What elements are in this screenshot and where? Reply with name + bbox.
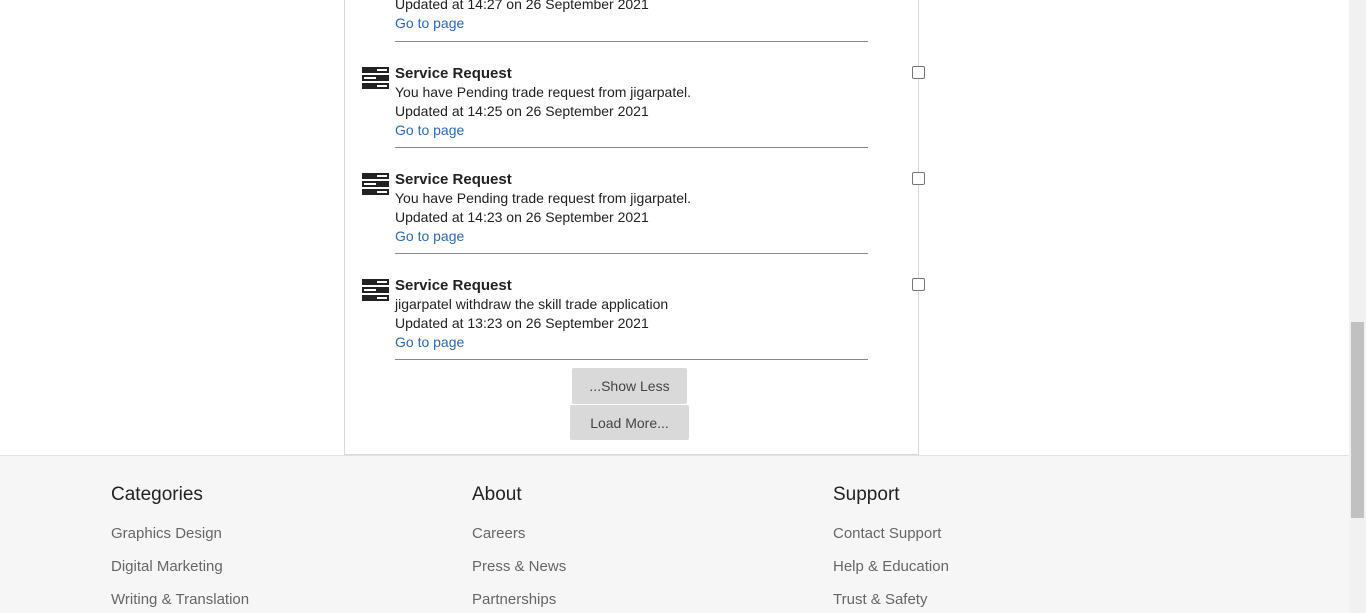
notification-message: You have Pending trade request from jiga… <box>395 190 692 206</box>
footer-heading-categories: Categories <box>111 484 203 505</box>
footer-link-trust-safety[interactable]: Trust & Safety <box>833 591 949 609</box>
notification-checkbox[interactable] <box>912 278 925 291</box>
footer-link-digital-marketing[interactable]: Digital Marketing <box>111 558 249 576</box>
divider <box>395 41 868 42</box>
notification-updated: Updated at 14:25 on 26 September 2021 <box>395 103 649 119</box>
vertical-scrollbar[interactable] <box>1349 0 1366 613</box>
server-stack-icon <box>361 278 391 302</box>
scrollbar-thumb[interactable] <box>1351 322 1364 518</box>
footer-link-help-education[interactable]: Help & Education <box>833 558 949 576</box>
notification-updated: Updated at 13:23 on 26 September 2021 <box>395 315 649 331</box>
footer-link-partnerships[interactable]: Partnerships <box>472 591 566 609</box>
server-stack-icon <box>361 172 391 196</box>
notifications-panel: Updated at 14:27 on 26 September 2021 Go… <box>344 0 925 455</box>
footer-link-writing-translation[interactable]: Writing & Translation <box>111 591 249 609</box>
notification-title: Service Request <box>395 65 512 82</box>
footer-link-press-news[interactable]: Press & News <box>472 558 566 576</box>
footer-support: Support Contact Support Help & Education… <box>833 484 949 613</box>
notification-checkbox[interactable] <box>912 172 925 185</box>
load-more-button[interactable]: Load More... <box>570 405 689 440</box>
footer-link-careers[interactable]: Careers <box>472 525 566 543</box>
notification-updated: Updated at 14:27 on 26 September 2021 <box>395 0 649 12</box>
show-less-button[interactable]: ...Show Less <box>572 368 687 404</box>
footer-heading-support: Support <box>833 484 900 505</box>
footer-link-contact-support[interactable]: Contact Support <box>833 525 949 543</box>
divider <box>395 359 868 360</box>
footer-categories: Categories Graphics Design Digital Marke… <box>111 484 249 613</box>
go-to-page-link[interactable]: Go to page <box>395 227 868 246</box>
divider <box>395 253 868 254</box>
notification-checkbox[interactable] <box>912 66 925 79</box>
notification-updated: Updated at 14:23 on 26 September 2021 <box>395 209 649 225</box>
notification-message: jigarpatel withdraw the skill trade appl… <box>395 296 669 312</box>
footer-heading-about: About <box>472 484 522 505</box>
divider <box>395 147 868 148</box>
go-to-page-link[interactable]: Go to page <box>395 333 868 352</box>
site-footer: Categories Graphics Design Digital Marke… <box>0 455 1349 613</box>
go-to-page-link[interactable]: Go to page <box>395 121 868 140</box>
notification-message: You have Pending trade request from jiga… <box>395 84 692 100</box>
notification-title: Service Request <box>395 171 512 188</box>
server-stack-icon <box>361 66 391 90</box>
notification-title: Service Request <box>395 277 512 294</box>
footer-about: About Careers Press & News Partnerships <box>472 484 566 613</box>
go-to-page-link[interactable]: Go to page <box>395 14 868 33</box>
footer-link-graphics-design[interactable]: Graphics Design <box>111 525 249 543</box>
